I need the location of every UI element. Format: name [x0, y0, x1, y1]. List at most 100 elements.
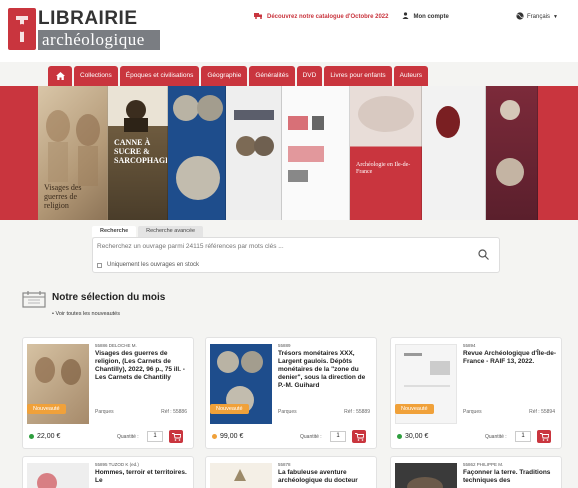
- product-title[interactable]: Hommes, terroir et territoires. Le: [95, 469, 191, 485]
- product-ref: Réf : 55894: [529, 409, 555, 415]
- product-ref: Réf : 55889: [344, 409, 370, 415]
- page: LIBRAIRIE archéologique Découvrez notre …: [0, 0, 578, 488]
- stock-status-dot: [397, 434, 402, 439]
- add-to-cart-button[interactable]: [537, 430, 551, 443]
- product-card[interactable]: Nouveauté 55894 Revue Archéologique d'Îl…: [390, 337, 562, 449]
- quantity-label: Quantité :: [300, 434, 322, 440]
- catalogue-promo-label: Découvrez notre catalogue d'Octobre 2022: [267, 13, 389, 20]
- banner-book-cover[interactable]: Visages des guerres de religion: [38, 86, 108, 220]
- search-box: Uniquement les ouvrages en stock: [92, 237, 500, 273]
- language-selector[interactable]: Français ▼: [516, 12, 558, 22]
- product-price: 22,00 €: [29, 433, 60, 440]
- product-title[interactable]: Trésors monétaires XXX, Largent gaulois.…: [278, 350, 374, 390]
- product-title[interactable]: Revue Archéologique d'Île-de-France - RA…: [463, 350, 559, 366]
- user-icon: [402, 12, 409, 21]
- portrait-illustration: [496, 100, 524, 186]
- logo-wordmark-bottom: archéologique: [38, 30, 160, 50]
- new-badge: Nouveauté: [27, 404, 66, 414]
- product-card[interactable]: Nouveauté 55889 Trésors monétaires XXX, …: [205, 337, 377, 449]
- stock-status-dot: [212, 434, 217, 439]
- quantity-input[interactable]: 1: [330, 431, 346, 442]
- in-stock-filter[interactable]: Uniquement les ouvrages en stock: [97, 262, 199, 268]
- nav-auteurs[interactable]: Auteurs: [393, 66, 429, 86]
- stock-status-dot: [29, 434, 34, 439]
- banner-book-cover[interactable]: [422, 86, 486, 220]
- product-publisher: Parques: [463, 409, 482, 415]
- in-stock-label: Uniquement les ouvrages en stock: [107, 262, 200, 268]
- section-title: Notre sélection du mois: [52, 292, 166, 303]
- search-icon[interactable]: [478, 247, 489, 265]
- product-price: 99,00 €: [212, 433, 243, 440]
- cover-illustration: [234, 110, 274, 156]
- cover-illustration: [288, 116, 324, 182]
- product-card[interactable]: 55895 TUZOD K (ed.) Hommes, terroir et t…: [22, 456, 194, 488]
- search-input[interactable]: [97, 243, 467, 250]
- language-label: Français: [527, 14, 551, 20]
- account-link[interactable]: Mon compte: [402, 12, 449, 21]
- hero-banner: Visages des guerres de religion CANNE À …: [0, 86, 578, 220]
- product-title[interactable]: Façonner la terre. Traditions techniques…: [463, 469, 559, 485]
- nav-geographie[interactable]: Géographie: [201, 66, 248, 86]
- catalogue-promo-link[interactable]: Découvrez notre catalogue d'Octobre 2022: [254, 12, 388, 21]
- nav-collections[interactable]: Collections: [74, 66, 118, 86]
- nav-livres-enfants[interactable]: Livres pour enfants: [324, 66, 392, 86]
- cart-icon: [354, 432, 364, 441]
- tab-recherche[interactable]: Recherche: [92, 226, 137, 237]
- product-card[interactable]: 55878 La fabuleuse aventure archéologiqu…: [205, 456, 377, 488]
- product-title[interactable]: La fabuleuse aventure archéologique du d…: [278, 469, 374, 485]
- quantity-label: Quantité :: [117, 434, 139, 440]
- quantity-label: Quantité :: [485, 434, 507, 440]
- product-author: 55889: [278, 343, 291, 348]
- product-author: 55862 PHILIPPE M.: [463, 462, 504, 467]
- header: LIBRAIRIE archéologique Découvrez notre …: [0, 0, 578, 62]
- banner-book-cover[interactable]: [486, 86, 538, 220]
- nav-generalites[interactable]: Généralités: [249, 66, 295, 86]
- search-tabs: Recherche Recherche avancée: [92, 226, 205, 237]
- product-title[interactable]: Visages des guerres de religion, (Les Ca…: [95, 350, 191, 382]
- banner-book-cover[interactable]: [168, 86, 226, 220]
- add-to-cart-button[interactable]: [352, 430, 366, 443]
- banner-book-cover[interactable]: [226, 86, 282, 220]
- banner-book-caption: CANNE À SUCRE & SARCOPHAGES: [114, 138, 167, 165]
- home-icon: [55, 72, 65, 80]
- product-thumbnail[interactable]: [210, 463, 272, 488]
- nav-home[interactable]: [48, 66, 72, 86]
- cover-illustration: [358, 96, 414, 132]
- cart-icon: [539, 432, 549, 441]
- banner-book-cover[interactable]: Archéologie en Ile-de-France: [350, 86, 422, 220]
- product-thumbnail[interactable]: [395, 463, 457, 488]
- in-stock-checkbox[interactable]: [97, 262, 102, 268]
- see-all-new-link[interactable]: • Voir toutes les nouveautés: [52, 311, 120, 317]
- site-logo[interactable]: LIBRAIRIE archéologique: [8, 8, 160, 50]
- chevron-down-icon: ▼: [553, 14, 558, 20]
- nav-dvd[interactable]: DVD: [296, 66, 323, 86]
- product-author: 55886 DELOCHE M.: [95, 343, 137, 348]
- calendar-icon: [22, 290, 46, 313]
- top-links: Découvrez notre catalogue d'Octobre 2022…: [254, 12, 449, 21]
- logo-emblem-icon: [8, 8, 36, 50]
- quantity-input[interactable]: 1: [515, 431, 531, 442]
- product-ref: Réf : 55886: [161, 409, 187, 415]
- banner-book-cover[interactable]: CANNE À SUCRE & SARCOPHAGES: [108, 86, 168, 220]
- tab-recherche-avancee[interactable]: Recherche avancée: [138, 226, 204, 237]
- new-badge: Nouveauté: [210, 404, 249, 414]
- banner-book-caption: Archéologie en Ile-de-France: [356, 162, 411, 175]
- product-card[interactable]: 55862 PHILIPPE M. Façonner la terre. Tra…: [390, 456, 562, 488]
- truck-icon: [254, 12, 263, 21]
- add-to-cart-button[interactable]: [169, 430, 183, 443]
- product-thumbnail[interactable]: [27, 463, 89, 488]
- product-author: 55878: [278, 462, 291, 467]
- banner-book-covers: Visages des guerres de religion CANNE À …: [38, 86, 538, 220]
- nav-epoques[interactable]: Époques et civilisations: [119, 66, 200, 86]
- banner-book-cover[interactable]: [282, 86, 350, 220]
- product-price: 30,00 €: [397, 433, 428, 440]
- product-author: 55894: [463, 343, 476, 348]
- product-card[interactable]: Nouveauté 55886 DELOCHE M. Visages des g…: [22, 337, 194, 449]
- quantity-input[interactable]: 1: [147, 431, 163, 442]
- globe-icon: [516, 12, 524, 22]
- coin-illustration: [173, 95, 223, 200]
- main-nav: Collections Époques et civilisations Géo…: [48, 66, 430, 86]
- product-author: 55895 TUZOD K (ed.): [95, 462, 139, 467]
- logo-wordmark-top: LIBRAIRIE: [38, 8, 160, 30]
- banner-book-caption: Visages des guerres de religion: [44, 183, 82, 210]
